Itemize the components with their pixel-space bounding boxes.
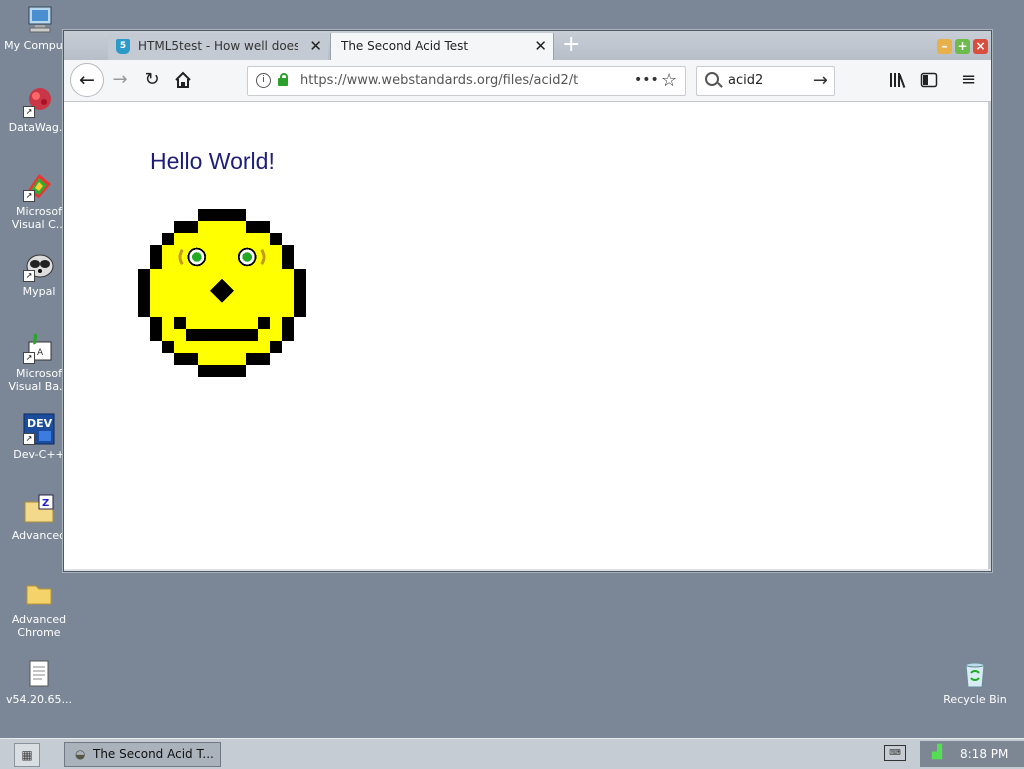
tab-second-acid-test[interactable]: The Second Acid Test ✕ xyxy=(330,33,554,60)
close-tab-icon[interactable]: ✕ xyxy=(309,33,322,60)
desktop-icon-label: Advanced xyxy=(11,613,67,626)
tab-label: HTML5test - How well does y xyxy=(138,39,298,53)
window-controls: – + × xyxy=(934,35,988,54)
shortcut-arrow-icon: ↗ xyxy=(23,352,35,364)
back-button[interactable]: ← xyxy=(70,63,104,97)
html5-icon: 5 xyxy=(116,39,130,54)
desktop-icon-recycle-bin[interactable]: Recycle Bin xyxy=(936,658,1014,706)
visual-basic-icon: A ↗ xyxy=(23,332,55,364)
home-button[interactable] xyxy=(171,68,195,92)
mypal-icon: ↗ xyxy=(23,250,55,282)
sidebar-icon[interactable] xyxy=(920,68,938,96)
shortcut-arrow-icon: ↗ xyxy=(23,190,35,202)
search-icon xyxy=(705,72,719,86)
url-bar[interactable]: i https://www.webstandards.org/files/aci… xyxy=(247,66,686,96)
computer-icon xyxy=(23,4,55,36)
search-go-icon[interactable]: → xyxy=(813,67,828,94)
taskbar: ▦ ◒ The Second Acid T... ⌨ ▟ 8:18 PM xyxy=(0,738,1024,769)
page-heading: Hello World! xyxy=(150,148,275,174)
recycle-bin-icon xyxy=(959,658,991,690)
taskbar-item-browser[interactable]: ◒ The Second Acid T... xyxy=(64,742,221,767)
tab-label: The Second Acid Test xyxy=(341,39,469,53)
clock[interactable]: 8:18 PM xyxy=(960,741,1008,767)
shortcut-arrow-icon: ↗ xyxy=(23,433,35,445)
close-window-button[interactable]: × xyxy=(973,39,988,54)
devcpp-icon: DEV ↗ xyxy=(23,413,55,445)
taskbar-item-label: The Second Acid T... xyxy=(93,747,214,761)
site-info-icon[interactable]: i xyxy=(256,73,271,88)
navigation-toolbar: ← → ↻ i https://www.webstandards.org/fil… xyxy=(64,60,991,102)
bookmark-star-icon[interactable]: ☆ xyxy=(661,67,677,94)
maximize-button[interactable]: + xyxy=(955,39,970,54)
desktop-icon-label-line2: Chrome xyxy=(17,626,61,639)
shortcut-arrow-icon: ↗ xyxy=(23,106,35,118)
system-tray: ▟ 8:18 PM xyxy=(920,741,1024,767)
browser-window: 5 HTML5test - How well does y ✕ The Seco… xyxy=(63,30,992,572)
search-bar[interactable]: acid2 → xyxy=(696,66,835,96)
svg-text:DEV: DEV xyxy=(27,417,53,430)
start-menu-button[interactable]: ▦ xyxy=(14,743,40,767)
minimize-button[interactable]: – xyxy=(937,39,952,54)
forward-button[interactable]: → xyxy=(108,68,132,92)
tab-html5test[interactable]: 5 HTML5test - How well does y ✕ xyxy=(108,33,328,60)
lock-icon xyxy=(278,73,288,86)
desktop-icon-document[interactable]: v54.20.65... xyxy=(0,658,78,706)
hamburger-menu-icon[interactable]: ≡ xyxy=(961,68,976,92)
tab-strip: 5 HTML5test - How well does y ✕ The Seco… xyxy=(64,31,991,60)
datawag-icon: ↗ xyxy=(23,86,55,118)
page-actions-menu[interactable]: ••• xyxy=(634,67,659,93)
svg-text:Z: Z xyxy=(42,498,49,509)
svg-text:A: A xyxy=(37,348,44,358)
mypal-icon: ◒ xyxy=(75,747,86,761)
library-icon[interactable] xyxy=(888,68,906,96)
desktop-icon-advanced-chrome[interactable]: Advanced Chrome xyxy=(0,578,78,639)
document-icon xyxy=(23,658,55,690)
acid2-smiley-face xyxy=(138,209,306,377)
page-content: Hello World! xyxy=(64,102,991,569)
keyboard-icon[interactable]: ⌨ xyxy=(884,745,906,761)
network-icon[interactable]: ▟ xyxy=(932,745,942,760)
search-input[interactable]: acid2 xyxy=(728,67,763,95)
folder-icon xyxy=(23,578,55,610)
desktop-icon-label: Recycle Bin xyxy=(943,693,1007,706)
archive-icon: Z xyxy=(23,494,55,526)
new-tab-button[interactable]: + xyxy=(562,32,580,58)
home-icon xyxy=(175,71,191,88)
close-tab-icon[interactable]: ✕ xyxy=(534,33,547,60)
visual-cpp-icon: ↗ xyxy=(23,170,55,202)
url-text[interactable]: https://www.webstandards.org/files/acid2… xyxy=(300,67,630,95)
shortcut-arrow-icon: ↗ xyxy=(23,270,35,282)
reload-button[interactable]: ↻ xyxy=(140,68,164,92)
desktop-icon-label: v54.20.65... xyxy=(6,693,72,706)
